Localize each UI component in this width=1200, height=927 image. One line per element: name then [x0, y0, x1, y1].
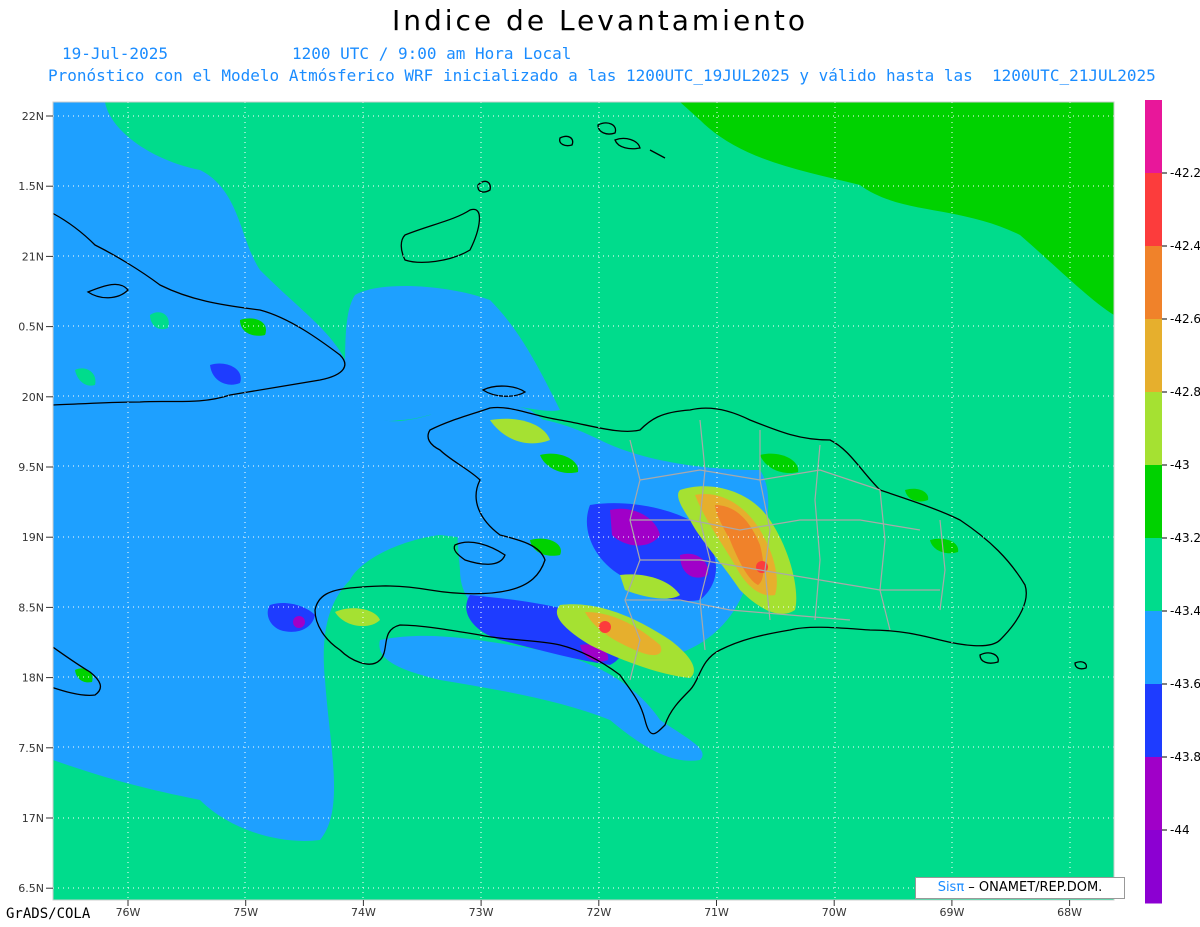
lon-label: 70W — [822, 906, 847, 919]
colorbar-label: -44 — [1170, 823, 1190, 837]
colorbar-swatch — [1145, 757, 1162, 831]
lat-label: 6.5N — [18, 882, 44, 895]
lon-label: 72W — [586, 906, 611, 919]
colorbar-label: -42.2 — [1170, 166, 1200, 180]
lat-label: 8.5N — [18, 601, 44, 614]
lon-label: 68W — [1057, 906, 1082, 919]
lat-label: 17N — [22, 812, 44, 825]
lon-label: 69W — [939, 906, 964, 919]
colorbar: -42.2 -42.4 -42.6 -42.8 -43 -43.2 -43.4 -43.6 -4… — [1145, 100, 1200, 904]
lat-label: 1.5N — [18, 180, 44, 193]
colorbar-swatch — [1145, 684, 1162, 758]
colorbar-swatch — [1145, 173, 1162, 247]
colorbar-swatch — [1145, 246, 1162, 320]
colorbar-label: -43.8 — [1170, 750, 1200, 764]
lon-label: 74W — [351, 906, 376, 919]
colorbar-label: -43.6 — [1170, 677, 1200, 691]
lat-label: 21N — [22, 250, 44, 263]
colorbar-label: -43 — [1170, 458, 1190, 472]
footer-label: GrADS/COLA — [6, 906, 91, 922]
colorbar-label: -42.6 — [1170, 312, 1200, 326]
lat-label: 9.5N — [18, 461, 44, 474]
lon-label: 71W — [704, 906, 729, 919]
lat-label: 7.5N — [18, 742, 44, 755]
colorbar-label: -42.8 — [1170, 385, 1200, 399]
lat-label: 18N — [22, 672, 44, 685]
colorbar-label: -42.4 — [1170, 239, 1200, 253]
lat-label: 19N — [22, 531, 44, 544]
longitude-axis: 76W 75W 74W 73W 72W 71W 70W 69W 68W — [116, 900, 1082, 919]
lon-label: 73W — [469, 906, 494, 919]
lat-label: 0.5N — [18, 321, 44, 334]
lat-label: 20N — [22, 391, 44, 404]
colorbar-swatch — [1145, 392, 1162, 466]
colorbar-swatch — [1145, 611, 1162, 685]
lifted-index-map: 22N 1.5N 21N 0.5N 20N 9.5N 19N 8.5N 18N 7.5N 17N 6.… — [18, 100, 1200, 919]
colorbar-swatch — [1145, 830, 1162, 904]
colorbar-swatch — [1145, 100, 1162, 174]
lat-label: 22N — [22, 110, 44, 123]
lon-label: 75W — [233, 906, 258, 919]
colorbar-swatch — [1145, 538, 1162, 612]
colorbar-label: -43.2 — [1170, 531, 1200, 545]
credit-brand: Sisπ — [937, 880, 965, 895]
lon-label: 76W — [116, 906, 141, 919]
credit-text: – ONAMET/REP.DOM. — [964, 880, 1103, 895]
colorbar-swatch — [1145, 465, 1162, 539]
colorbar-swatch — [1145, 319, 1162, 393]
credit-box: Sisπ – ONAMET/REP.DOM. — [915, 877, 1125, 899]
latitude-axis: 22N 1.5N 21N 0.5N 20N 9.5N 19N 8.5N 18N 7.5N 17N 6.… — [18, 110, 53, 895]
colorbar-label: -43.4 — [1170, 604, 1200, 618]
